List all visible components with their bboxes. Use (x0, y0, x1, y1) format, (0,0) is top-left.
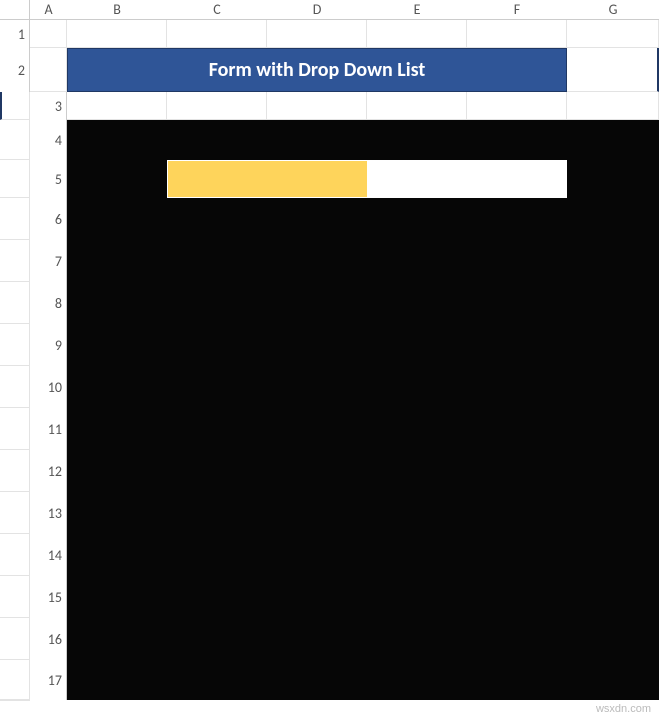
cell-C1[interactable] (167, 20, 267, 48)
col-header-C[interactable]: C (167, 0, 267, 20)
cell-A2[interactable] (30, 48, 67, 92)
col-header-B[interactable]: B (67, 0, 167, 20)
row-header-6[interactable]: 6 (30, 198, 67, 240)
cell-A1[interactable] (30, 20, 67, 48)
cell-A4[interactable] (0, 160, 30, 198)
cell-G3[interactable] (0, 120, 30, 160)
cell-A11[interactable] (0, 450, 30, 492)
cell-A12[interactable] (0, 492, 30, 534)
row-header-12[interactable]: 12 (30, 450, 67, 492)
col-header-G[interactable]: G (567, 0, 659, 20)
cell-A3[interactable] (67, 92, 167, 120)
col-header-E[interactable]: E (367, 0, 467, 20)
cell-G2-right[interactable] (0, 92, 30, 120)
cell-A5[interactable] (0, 198, 30, 240)
row-header-16[interactable]: 16 (30, 618, 67, 660)
cell-C3[interactable] (267, 92, 367, 120)
row-header-4[interactable]: 4 (30, 120, 67, 160)
cell-F1[interactable] (467, 20, 567, 48)
form-black-area (67, 120, 659, 700)
cell-A14[interactable] (0, 576, 30, 618)
row-header-13[interactable]: 13 (30, 492, 67, 534)
title-banner: Form with Drop Down List (67, 48, 567, 92)
watermark: wsxdn.com (596, 703, 651, 715)
col-header-F[interactable]: F (467, 0, 567, 20)
row-header-17[interactable]: 17 (30, 660, 67, 700)
cell-D3[interactable] (367, 92, 467, 120)
row-header-5[interactable]: 5 (30, 160, 67, 198)
cell-B3[interactable] (167, 92, 267, 120)
cell-B2-border[interactable] (567, 48, 659, 92)
col-header-A[interactable]: A (30, 0, 67, 20)
spreadsheet-grid: A B C D E F G 1 2 Form with Drop Down Li… (0, 0, 659, 701)
cell-E1[interactable] (367, 20, 467, 48)
row-header-11[interactable]: 11 (30, 408, 67, 450)
row-header-15[interactable]: 15 (30, 576, 67, 618)
cell-B1[interactable] (67, 20, 167, 48)
cell-G1[interactable] (567, 20, 659, 48)
row-header-7[interactable]: 7 (30, 240, 67, 282)
cell-F3[interactable] (567, 92, 659, 120)
row-header-1[interactable]: 1 (0, 20, 30, 48)
cell-A6[interactable] (0, 240, 30, 282)
cell-A7[interactable] (0, 282, 30, 324)
cell-A8[interactable] (0, 324, 30, 366)
form-label-box (167, 160, 367, 198)
row-header-10[interactable]: 10 (30, 366, 67, 408)
cell-A13[interactable] (0, 534, 30, 576)
select-all-corner[interactable] (0, 0, 30, 20)
cell-D1[interactable] (267, 20, 367, 48)
cell-A16[interactable] (0, 660, 30, 700)
row-header-2[interactable]: 2 (0, 48, 30, 92)
form-dropdown-input[interactable] (367, 160, 567, 198)
row-header-8[interactable]: 8 (30, 282, 67, 324)
cell-A15[interactable] (0, 618, 30, 660)
row-header-3[interactable]: 3 (30, 92, 67, 120)
cell-A17[interactable] (0, 700, 30, 701)
row-header-9[interactable]: 9 (30, 324, 67, 366)
cell-E3[interactable] (467, 92, 567, 120)
col-header-D[interactable]: D (267, 0, 367, 20)
cell-A10[interactable] (0, 408, 30, 450)
row-header-14[interactable]: 14 (30, 534, 67, 576)
cell-A9[interactable] (0, 366, 30, 408)
